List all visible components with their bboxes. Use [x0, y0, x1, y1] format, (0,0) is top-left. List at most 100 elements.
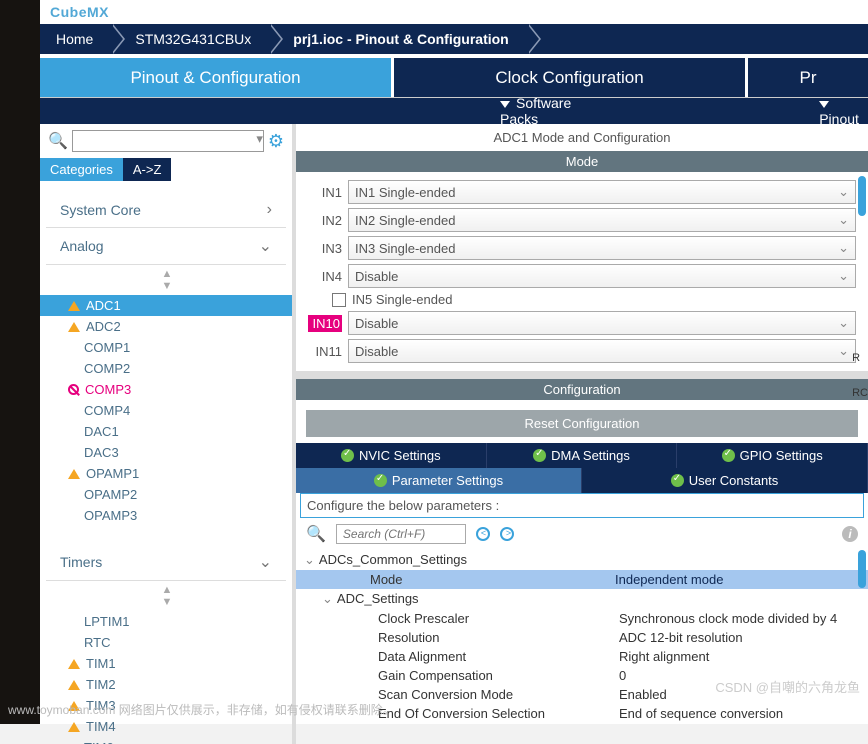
- info-icon[interactable]: i: [842, 526, 858, 542]
- item-tim2[interactable]: TIM2: [62, 674, 292, 695]
- item-tim1[interactable]: TIM1: [62, 653, 292, 674]
- breadcrumb: Home STM32G431CBUx prj1.ioc - Pinout & C…: [40, 24, 868, 54]
- panel-title: ADC1 Mode and Configuration: [296, 124, 868, 151]
- cat-tab-az[interactable]: A->Z: [123, 158, 172, 181]
- item-dac1[interactable]: DAC1: [62, 421, 292, 442]
- mode-label-in10: IN10: [308, 315, 342, 332]
- mode-section: IN1 IN1 Single-ended⌄ IN2 IN2 Single-ended…: [296, 172, 868, 371]
- reset-button[interactable]: Reset Configuration: [306, 410, 858, 437]
- mode-select-in11[interactable]: Disable⌄: [348, 339, 856, 363]
- timer-items: LPTIM1 RTC TIM1 TIM2 TIM3 TIM4 TIM6 TIM7: [40, 611, 292, 744]
- item-rtc[interactable]: RTC: [62, 632, 292, 653]
- group-system-core[interactable]: System Core›: [46, 193, 286, 228]
- warning-icon: [68, 659, 80, 669]
- chevron-down-icon: ⌄: [838, 184, 849, 200]
- check-icon: [341, 449, 354, 462]
- cat-tab-categories[interactable]: Categories: [40, 158, 123, 181]
- item-comp1[interactable]: COMP1: [62, 337, 292, 358]
- item-opamp2[interactable]: OPAMP2: [62, 484, 292, 505]
- item-lptim1[interactable]: LPTIM1: [62, 611, 292, 632]
- crumb-chip[interactable]: STM32G431CBUx: [111, 24, 269, 54]
- chevron-down-icon: ⌄: [838, 343, 849, 359]
- param-hint: Configure the below parameters :: [300, 493, 864, 518]
- left-panel: 🔍 ▾ ⚙ Categories A->Z System Core› Analo…: [40, 124, 296, 744]
- mode-header: Mode: [296, 151, 868, 172]
- chevron-down-icon: ⌄: [259, 236, 272, 256]
- check-icon: [671, 474, 684, 487]
- error-icon: [68, 384, 79, 395]
- mode-select-in10[interactable]: Disable⌄: [348, 311, 856, 335]
- warning-icon: [68, 322, 80, 332]
- chevron-down-icon: [819, 101, 829, 108]
- chevron-down-icon: ⌄: [259, 552, 272, 572]
- param-resolution[interactable]: ResolutionADC 12-bit resolution: [304, 628, 860, 647]
- mode-label-in2: IN2: [308, 213, 342, 228]
- chevron-down-icon: [500, 101, 510, 108]
- tab-pinout[interactable]: Pinout & Configuration: [40, 58, 394, 97]
- item-comp2[interactable]: COMP2: [62, 358, 292, 379]
- item-tim6[interactable]: TIM6: [62, 737, 292, 744]
- item-adc2[interactable]: ADC2: [62, 316, 292, 337]
- check-icon: [722, 449, 735, 462]
- subtab-dma[interactable]: DMA Settings: [487, 443, 678, 468]
- item-adc1[interactable]: ADC1: [40, 295, 292, 316]
- mode-select-in1[interactable]: IN1 Single-ended⌄: [348, 180, 856, 204]
- subtab-user[interactable]: User Constants: [582, 468, 868, 493]
- chevron-right-icon: ›: [267, 201, 272, 219]
- item-tim4[interactable]: TIM4: [62, 716, 292, 737]
- group-adcs-common[interactable]: ⌄ADCs_Common_Settings: [304, 550, 860, 570]
- subtab-param[interactable]: Parameter Settings: [296, 468, 582, 493]
- search-select[interactable]: ▾: [72, 130, 264, 152]
- group-analog[interactable]: Analog⌄: [46, 228, 286, 265]
- subbar-pinout[interactable]: Pinout: [819, 95, 868, 127]
- watermark-text: www.toymoban.com 网络图片仅供展示，非存储，如有侵权请联系删除。: [8, 701, 395, 718]
- group-adc-settings[interactable]: ⌄ADC_Settings: [304, 589, 860, 609]
- next-icon[interactable]: [500, 527, 514, 541]
- param-clock-prescaler[interactable]: Clock PrescalerSynchronous clock mode di…: [304, 609, 860, 628]
- item-opamp1[interactable]: OPAMP1: [62, 463, 292, 484]
- mode-check-in5[interactable]: IN5 Single-ended: [308, 292, 856, 307]
- analog-items: ADC1 ADC2 COMP1 COMP2 COMP3 COMP4 DAC1 D…: [40, 295, 292, 526]
- item-opamp3[interactable]: OPAMP3: [62, 505, 292, 526]
- param-data-alignment[interactable]: Data AlignmentRight alignment: [304, 647, 860, 666]
- scrollbar[interactable]: [858, 176, 866, 216]
- tab-clock[interactable]: Clock Configuration: [394, 58, 748, 97]
- app-logo: CubeMX: [40, 0, 868, 24]
- mode-select-in3[interactable]: IN3 Single-ended⌄: [348, 236, 856, 260]
- item-comp4[interactable]: COMP4: [62, 400, 292, 421]
- main-tabs: Pinout & Configuration Clock Configurati…: [40, 58, 868, 98]
- check-icon: [374, 474, 387, 487]
- item-dac3[interactable]: DAC3: [62, 442, 292, 463]
- sort-icon[interactable]: ▲▼: [40, 581, 292, 611]
- param-mode[interactable]: ModeIndependent mode: [296, 570, 868, 589]
- watermark-csdn: CSDN @自嘲的六角龙鱼: [715, 677, 860, 696]
- checkbox-icon[interactable]: [332, 293, 346, 307]
- config-header: Configuration: [296, 379, 868, 400]
- side-labels: R RC: [852, 350, 868, 403]
- check-icon: [533, 449, 546, 462]
- crumb-file[interactable]: prj1.ioc - Pinout & Configuration: [269, 24, 526, 54]
- warning-icon: [68, 722, 80, 732]
- right-panel: ADC1 Mode and Configuration Mode IN1 IN1 …: [296, 124, 868, 744]
- mode-select-in4[interactable]: Disable⌄: [348, 264, 856, 288]
- subtab-gpio[interactable]: GPIO Settings: [677, 443, 868, 468]
- item-comp3[interactable]: COMP3: [62, 379, 292, 400]
- group-timers[interactable]: Timers⌄: [46, 544, 286, 581]
- warning-icon: [68, 680, 80, 690]
- prev-icon[interactable]: [476, 527, 490, 541]
- mode-select-in2[interactable]: IN2 Single-ended⌄: [348, 208, 856, 232]
- param-search-input[interactable]: [336, 524, 466, 544]
- search-icon: 🔍: [48, 131, 68, 151]
- subbar-packs[interactable]: Software Packs: [500, 95, 599, 127]
- chevron-down-icon: ⌄: [838, 315, 849, 331]
- scrollbar[interactable]: [858, 550, 866, 588]
- chevron-down-icon: ⌄: [838, 240, 849, 256]
- chevron-down-icon: ⌄: [838, 268, 849, 284]
- sort-icon[interactable]: ▲▼: [40, 265, 292, 295]
- mode-label-in1: IN1: [308, 185, 342, 200]
- crumb-home[interactable]: Home: [40, 24, 111, 54]
- mode-label-in3: IN3: [308, 241, 342, 256]
- subtab-nvic[interactable]: NVIC Settings: [296, 443, 487, 468]
- gear-icon[interactable]: ⚙: [268, 131, 284, 152]
- tab-project[interactable]: Pr: [748, 58, 868, 97]
